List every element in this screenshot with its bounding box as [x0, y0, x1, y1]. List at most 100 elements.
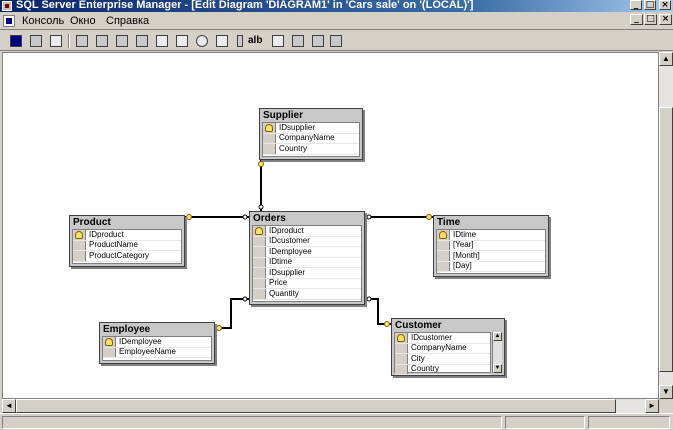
column-row[interactable]: CompanyName [395, 343, 490, 354]
column-list: IDtime [Year] [Month] [Day] [436, 229, 546, 274]
new-table-icon[interactable] [28, 33, 44, 49]
column-name: Price [269, 278, 288, 288]
copy-icon[interactable] [94, 33, 110, 49]
mdi-minimize-button[interactable]: _ [630, 14, 643, 25]
table-orders[interactable]: Orders IDproduct IDcustomer IDemployee I… [249, 211, 365, 305]
maximize-button[interactable]: □ [644, 0, 656, 10]
paste-icon[interactable] [114, 33, 130, 49]
table-icon[interactable] [154, 33, 170, 49]
column-name: IDemployee [119, 336, 162, 346]
column-row[interactable]: Country [395, 364, 490, 375]
horizontal-scroll-thumb[interactable] [16, 399, 616, 413]
primary-key-icon [255, 227, 263, 235]
grid-icon[interactable] [328, 33, 344, 49]
column-row[interactable]: EmployeeName [103, 347, 211, 358]
column-row[interactable]: [Month] [437, 251, 545, 262]
column-row[interactable]: ProductCategory [73, 251, 181, 262]
table-time[interactable]: Time IDtime [Year] [Month] [Day] [433, 215, 549, 277]
key-end-product [186, 214, 192, 220]
key-icon[interactable] [232, 33, 248, 49]
column-row[interactable]: IDtime [253, 257, 361, 268]
status-pane [2, 416, 502, 429]
toolbar-separator [68, 34, 70, 48]
primary-key-icon [397, 334, 405, 342]
add-related-icon[interactable] [174, 33, 190, 49]
table-customer[interactable]: Customer IDcustomer CompanyName City Cou… [391, 318, 505, 376]
column-name: IDcustomer [269, 236, 310, 246]
print-icon[interactable] [48, 33, 64, 49]
column-row[interactable]: IDproduct [253, 226, 361, 237]
column-name: IDcustomer [411, 332, 452, 342]
menu-console[interactable]: Консоль [22, 15, 64, 27]
primary-key-icon [75, 231, 83, 239]
arrange-icon[interactable] [270, 33, 286, 49]
column-name: ProductCategory [89, 250, 150, 260]
column-row[interactable]: ProductName [73, 240, 181, 251]
app-icon [2, 1, 12, 11]
table-scrollbar[interactable]: ▲ ▼ [492, 332, 502, 373]
menu-help[interactable]: Справка [106, 15, 149, 27]
toolbar: alb [0, 31, 673, 51]
column-row[interactable]: Price [253, 278, 361, 289]
table-employee[interactable]: Employee IDemployee EmployeeName [99, 322, 215, 364]
column-name: IDsupplier [269, 267, 306, 277]
sort-icon[interactable] [310, 33, 326, 49]
scroll-right-icon[interactable]: ► [645, 399, 659, 413]
scroll-down-icon[interactable]: ▼ [493, 364, 502, 373]
column-name: ProductName [89, 240, 138, 250]
column-row[interactable]: IDsupplier [253, 268, 361, 279]
many-end-orders-customer [366, 296, 372, 302]
table-product[interactable]: Product IDproduct ProductName ProductCat… [69, 215, 185, 267]
menu-window[interactable]: Окно [70, 15, 96, 27]
zoom-icon[interactable] [194, 33, 210, 49]
column-row[interactable]: [Day] [437, 261, 545, 272]
alb-button[interactable]: alb [248, 33, 268, 49]
diagram-canvas[interactable]: Supplier IDsupplier CompanyName Country … [2, 52, 659, 399]
column-name: Country [279, 143, 308, 153]
delete-icon[interactable] [134, 33, 150, 49]
mdi-restore-button[interactable]: □ [644, 14, 657, 25]
column-row[interactable]: IDemployee [253, 247, 361, 258]
save-icon[interactable] [8, 33, 24, 49]
column-name: [Day] [453, 261, 472, 271]
console-icon[interactable] [3, 15, 15, 27]
column-row[interactable]: Country [263, 144, 359, 155]
vertical-scrollbar[interactable]: ▲ ▼ [659, 52, 673, 399]
title-bar: SQL Server Enterprise Manager - [Edit Di… [0, 0, 673, 12]
column-row[interactable]: CompanyName [263, 133, 359, 144]
vertical-scroll-thumb[interactable] [659, 107, 673, 372]
column-name: IDemployee [269, 246, 312, 256]
scroll-up-icon[interactable]: ▲ [493, 332, 502, 341]
column-name: Quantity [269, 288, 299, 298]
scroll-down-icon[interactable]: ▼ [659, 385, 673, 399]
column-row[interactable]: IDsupplier [263, 123, 359, 134]
column-name: IDproduct [89, 229, 124, 239]
cut-icon[interactable] [74, 33, 90, 49]
column-row[interactable]: IDtime [437, 230, 545, 241]
many-end-orders-supplier [258, 204, 264, 210]
table-supplier[interactable]: Supplier IDsupplier CompanyName Country [259, 108, 363, 160]
mdi-close-button[interactable]: × [659, 14, 672, 25]
table-title: Employee [103, 324, 151, 335]
many-end-orders-employee [242, 296, 248, 302]
column-name: [Year] [453, 240, 474, 250]
horizontal-scrollbar[interactable]: ◄ ► [2, 399, 659, 413]
column-name: Country [411, 364, 440, 374]
column-row[interactable]: [Year] [437, 240, 545, 251]
column-row[interactable]: IDemployee [103, 337, 211, 348]
layout-icon[interactable] [214, 33, 230, 49]
properties-icon[interactable] [290, 33, 306, 49]
column-row[interactable]: City [395, 354, 490, 365]
table-title: Time [437, 217, 461, 228]
column-row[interactable]: Quantity [253, 289, 361, 300]
scroll-left-icon[interactable]: ◄ [2, 399, 16, 413]
column-row[interactable]: IDproduct [73, 230, 181, 241]
alb-label: alb [248, 35, 263, 46]
minimize-button[interactable]: _ [630, 0, 642, 10]
status-bar [0, 413, 673, 430]
scroll-up-icon[interactable]: ▲ [659, 52, 673, 66]
column-name: IDproduct [269, 225, 304, 235]
column-row[interactable]: IDcustomer [253, 236, 361, 247]
column-row[interactable]: IDcustomer [395, 333, 490, 344]
close-button[interactable]: × [659, 0, 671, 10]
